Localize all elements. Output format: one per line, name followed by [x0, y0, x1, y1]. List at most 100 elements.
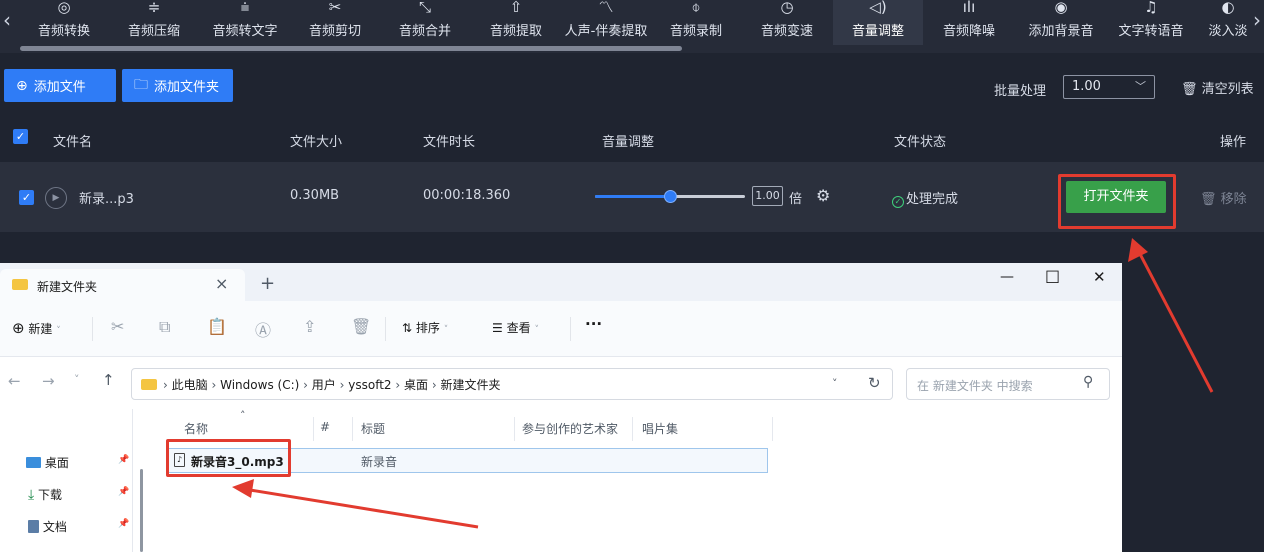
- close-button[interactable]: ✕: [1093, 268, 1106, 286]
- share-icon[interactable]: ⇪: [303, 317, 316, 336]
- tool-audio-speed[interactable]: ◷ 音频变速: [751, 0, 823, 45]
- waveform-icon: 〽: [598, 0, 614, 16]
- pin-icon[interactable]: 📌: [118, 519, 129, 529]
- tool-label: 文字转语音: [1118, 24, 1184, 39]
- tool-audio-to-text[interactable]: ⩧ 音频转文字: [203, 0, 287, 45]
- sort-button[interactable]: ⇅ 排序 ˅: [402, 319, 448, 336]
- sidebar-scrollbar[interactable]: [140, 469, 143, 552]
- new-tab-button[interactable]: +: [260, 273, 275, 294]
- fade-icon: ◐: [1221, 0, 1235, 16]
- tool-audio-extract[interactable]: ⇧ 音频提取: [480, 0, 552, 45]
- clear-list-label: 清空列表: [1201, 82, 1254, 97]
- breadcrumb-item[interactable]: 桌面: [404, 378, 428, 392]
- highlight-box: [166, 439, 291, 477]
- column-name[interactable]: 名称: [184, 420, 208, 437]
- pin-icon[interactable]: 📌: [118, 487, 129, 497]
- more-options-button[interactable]: ···: [585, 315, 602, 333]
- column-number[interactable]: #: [320, 420, 330, 434]
- pin-icon[interactable]: 📌: [118, 455, 129, 465]
- batch-value-select[interactable]: 1.00 ﹀: [1063, 75, 1155, 99]
- tool-audio-convert[interactable]: ◎ 音频转换: [28, 0, 100, 45]
- up-arrow-icon[interactable]: ↑: [102, 371, 115, 389]
- minimize-button[interactable]: —: [1000, 269, 1014, 285]
- tool-audio-merge[interactable]: ⤡ 音频合并: [389, 0, 461, 45]
- toolbar-scrollbar[interactable]: [20, 46, 682, 51]
- tool-volume-adjust[interactable]: ◁) 音量调整: [833, 0, 923, 45]
- remove-button[interactable]: 🗑 移除: [1200, 188, 1247, 207]
- column-album[interactable]: 唱片集: [642, 420, 678, 437]
- tool-label: 音频转文字: [212, 24, 278, 39]
- sidebar-item-label: 桌面: [44, 456, 69, 470]
- new-label: 新建: [28, 322, 53, 336]
- column-title[interactable]: 标题: [361, 420, 385, 437]
- breadcrumb[interactable]: › 此电脑 › Windows (C:) › 用户 › yssoft2 › 桌面…: [131, 368, 893, 400]
- view-list-icon: ☰: [492, 321, 503, 335]
- view-label: 查看: [506, 321, 531, 335]
- header-operation: 操作: [1220, 135, 1247, 150]
- volume-slider[interactable]: [595, 190, 745, 203]
- select-all-checkbox[interactable]: ✓: [13, 129, 28, 144]
- header-size: 文件大小: [290, 135, 343, 150]
- divider: [570, 317, 571, 341]
- chevron-down-icon[interactable]: ˅: [832, 377, 838, 390]
- volume-value-input[interactable]: 1.00: [752, 186, 783, 206]
- sidebar-item-downloads[interactable]: ⤓ 下载: [28, 486, 62, 503]
- tool-label: 淡入淡: [1208, 24, 1248, 39]
- tab-new-folder[interactable]: 新建文件夹 ×: [0, 269, 245, 301]
- tool-text-to-speech[interactable]: ♫ 文字转语音: [1109, 0, 1193, 45]
- breadcrumb-item[interactable]: 新建文件夹: [441, 378, 501, 392]
- column-artist[interactable]: 参与创作的艺术家: [522, 420, 618, 437]
- rename-icon[interactable]: Ⓐ: [255, 317, 271, 341]
- scroll-right-arrow[interactable]: ›: [1250, 8, 1264, 32]
- view-button[interactable]: ☰ 查看 ˅: [492, 319, 539, 336]
- divider: [385, 317, 386, 341]
- gear-icon[interactable]: ⚙: [816, 186, 830, 205]
- tool-audio-compress[interactable]: ≑ 音频压缩: [118, 0, 190, 45]
- search-input[interactable]: 在 新建文件夹 中搜索 ⚲: [906, 368, 1110, 400]
- sort-icon: ⇅: [402, 321, 413, 335]
- export-icon: ⇧: [509, 0, 523, 16]
- breadcrumb-item[interactable]: 此电脑: [172, 378, 208, 392]
- breadcrumb-item[interactable]: yssoft2: [348, 378, 391, 392]
- clear-list-button[interactable]: 🗑 清空列表: [1181, 78, 1254, 97]
- add-file-button[interactable]: ⊕ 添加文件: [4, 69, 116, 102]
- paste-icon[interactable]: 📋: [207, 317, 227, 336]
- folder-icon: 🗀: [134, 76, 148, 93]
- tool-vocal-extract[interactable]: 〽 人声-伴奏提取: [556, 0, 656, 45]
- delete-icon[interactable]: 🗑: [351, 317, 371, 336]
- play-icon[interactable]: ▶: [45, 187, 67, 209]
- cut-icon[interactable]: ✂: [111, 317, 124, 336]
- tool-noise-reduce[interactable]: ılı 音频降噪: [933, 0, 1005, 45]
- tool-audio-cut[interactable]: ✂ 音频剪切: [299, 0, 371, 45]
- back-arrow-icon[interactable]: ←: [8, 372, 21, 390]
- explorer-command-bar: ⊕ 新建 ˅ ✂ ⧉ 📋 Ⓐ ⇪ 🗑 ⇅ 排序 ˅ ☰ 查看 ˅ ···: [0, 301, 1122, 357]
- tool-add-background-music[interactable]: ◉ 添加背景音: [1019, 0, 1103, 45]
- remove-label: 移除: [1220, 192, 1247, 207]
- sidebar-item-desktop[interactable]: 桌面: [26, 454, 69, 471]
- volume-slider-handle[interactable]: [664, 190, 677, 203]
- plus-circle-icon: ⊕: [12, 319, 25, 337]
- maximize-button[interactable]: □: [1045, 266, 1060, 285]
- text-speech-icon: ♫: [1144, 0, 1158, 16]
- refresh-icon[interactable]: ↻: [868, 374, 881, 392]
- copy-icon[interactable]: ⧉: [159, 317, 170, 337]
- breadcrumb-item[interactable]: Windows (C:): [220, 378, 299, 392]
- header-filename: 文件名: [53, 135, 93, 150]
- tool-fade[interactable]: ◐ 淡入淡: [1206, 0, 1250, 45]
- search-icon[interactable]: ⚲: [1083, 374, 1093, 390]
- tool-audio-record[interactable]: ⌽ 音频录制: [660, 0, 732, 45]
- new-button[interactable]: ⊕ 新建 ˅: [12, 319, 61, 337]
- scroll-left-arrow[interactable]: ‹: [0, 8, 14, 32]
- tool-label: 音频压缩: [127, 24, 180, 39]
- trash-icon: 🗑: [1181, 82, 1198, 97]
- breadcrumb-item[interactable]: 用户: [312, 378, 336, 392]
- add-folder-button[interactable]: 🗀 添加文件夹: [122, 69, 233, 102]
- tab-close-icon[interactable]: ×: [215, 274, 228, 293]
- sidebar-item-documents[interactable]: 文档: [28, 518, 67, 535]
- row-checkbox[interactable]: ✓: [19, 190, 34, 205]
- arrow-head: [1128, 238, 1148, 262]
- recent-chevron-icon[interactable]: ˅: [74, 373, 80, 386]
- forward-arrow-icon[interactable]: →: [42, 372, 55, 390]
- batch-value: 1.00: [1072, 79, 1101, 94]
- highlight-box: [1058, 174, 1176, 229]
